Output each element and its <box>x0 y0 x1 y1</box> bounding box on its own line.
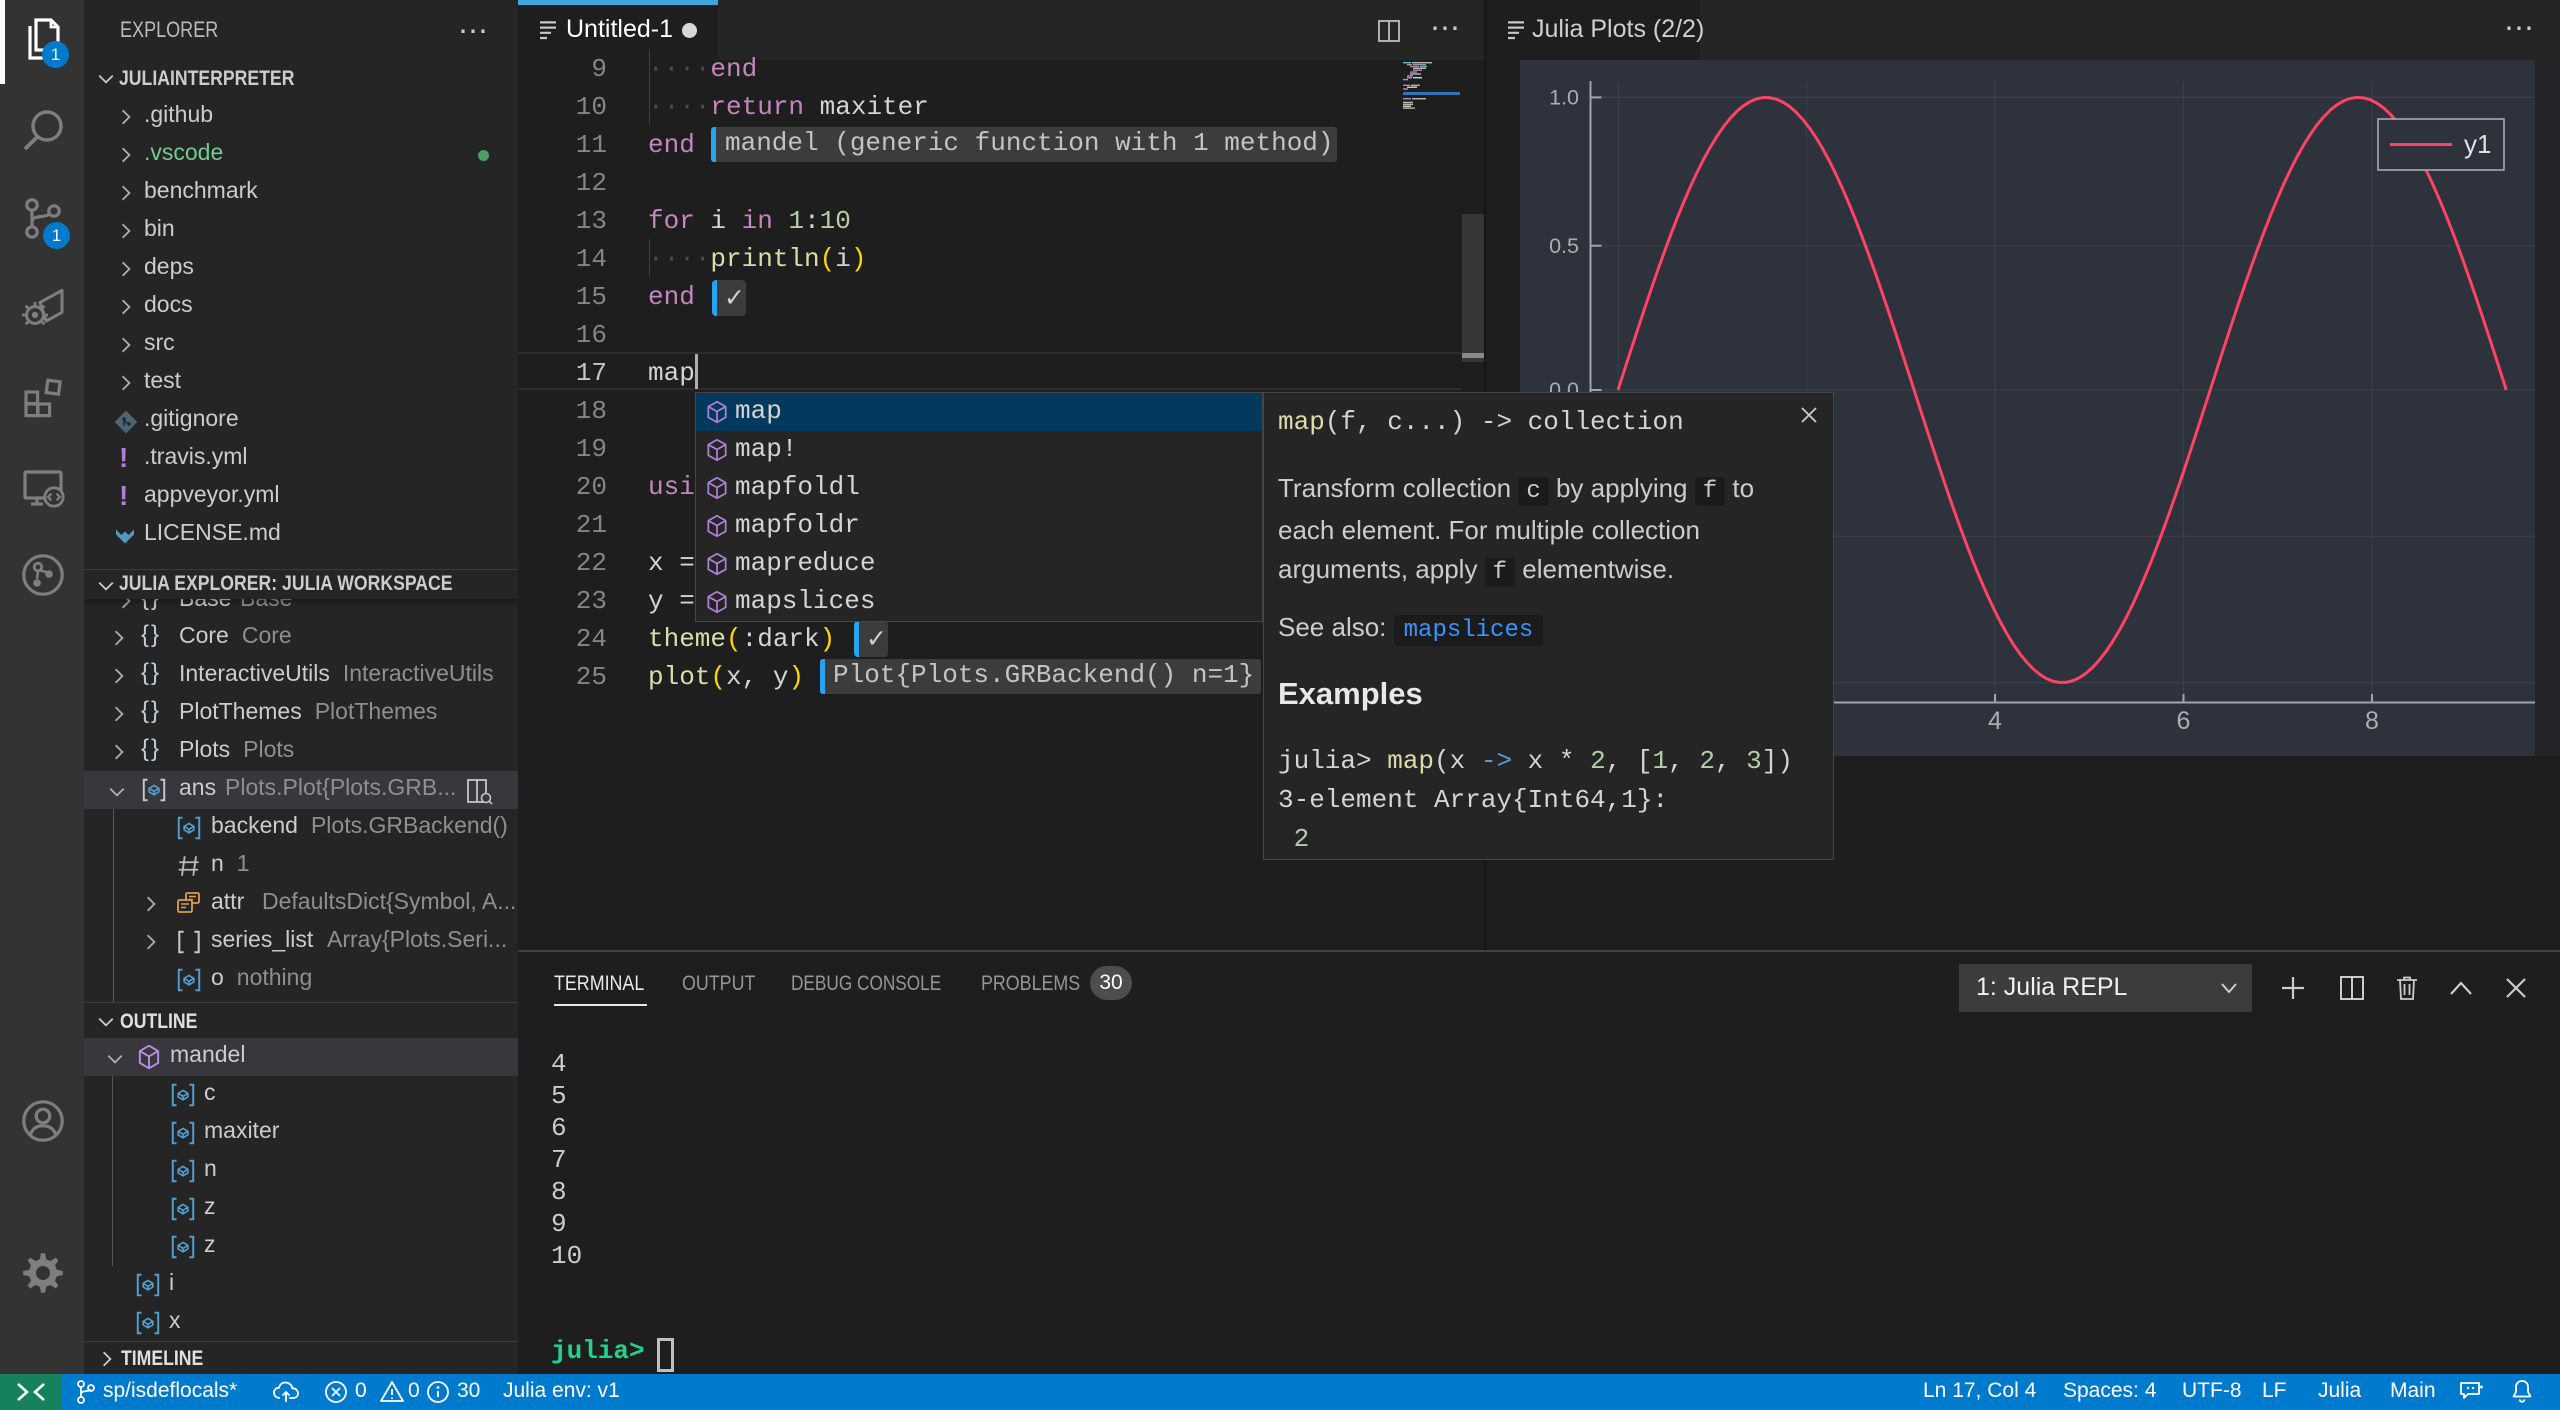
svg-text:1.0: 1.0 <box>1549 85 1579 109</box>
svg-text:0.5: 0.5 <box>1549 234 1579 258</box>
svg-text:4: 4 <box>1988 707 2002 735</box>
svg-text:6: 6 <box>2177 707 2191 735</box>
svg-text:8: 8 <box>2365 707 2379 735</box>
svg-text:y1: y1 <box>2464 129 2491 159</box>
